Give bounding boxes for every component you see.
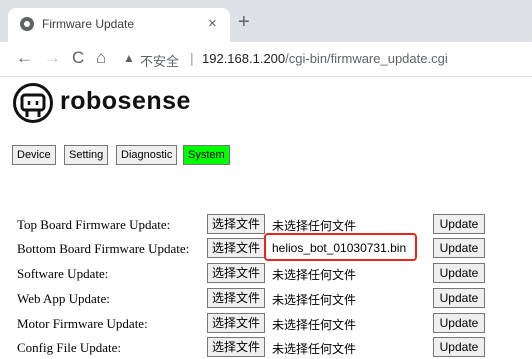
url-host: 192.168.1.200 <box>202 51 286 66</box>
forward-arrow-icon[interactable]: → <box>44 48 61 68</box>
tab-device[interactable]: Device <box>12 145 56 165</box>
choose-file-button[interactable]: 选择文件 <box>207 337 266 357</box>
tab-system[interactable]: System <box>183 145 230 165</box>
choose-file-button[interactable]: 选择文件 <box>207 214 266 234</box>
update-button[interactable]: Update <box>433 238 485 258</box>
row-label: Software Update: <box>17 266 109 281</box>
page-favicon-icon <box>20 17 34 31</box>
software-row: Software Update: 选择文件 未选择任何文件 Update <box>0 263 532 285</box>
web-app-row: Web App Update: 选择文件 未选择任何文件 Update <box>0 288 532 310</box>
file-status: 未选择任何文件 <box>272 342 357 356</box>
home-icon[interactable]: ⌂ <box>96 48 106 68</box>
warning-icon[interactable]: ▲ <box>123 51 135 65</box>
update-button[interactable]: Update <box>433 288 485 308</box>
motor-firmware-row: Motor Firmware Update: 选择文件 未选择任何文件 Upda… <box>0 313 532 335</box>
url-text[interactable]: 192.168.1.200/cgi-bin/firmware_update.cg… <box>202 51 448 66</box>
choose-file-button[interactable]: 选择文件 <box>207 313 266 333</box>
update-button[interactable]: Update <box>433 263 485 283</box>
file-status: 未选择任何文件 <box>272 268 357 282</box>
back-arrow-icon[interactable]: ← <box>16 48 33 68</box>
close-tab-icon[interactable]: × <box>208 14 217 34</box>
row-label: Motor Firmware Update: <box>17 316 148 331</box>
file-status: 未选择任何文件 <box>272 219 357 233</box>
row-label: Bottom Board Firmware Update: <box>17 241 190 256</box>
reload-icon[interactable]: C <box>72 48 84 68</box>
browser-tabstrip: Firmware Update × + <box>0 0 532 42</box>
url-separator: | <box>190 50 194 66</box>
tab-diagnostic[interactable]: Diagnostic <box>116 145 178 165</box>
tab-setting[interactable]: Setting <box>64 145 109 165</box>
update-button[interactable]: Update <box>433 313 485 333</box>
robot-icon <box>13 83 53 123</box>
address-bar[interactable]: ▲ 不安全 | 192.168.1.200/cgi-bin/firmware_u… <box>118 46 532 72</box>
new-tab-icon[interactable]: + <box>238 12 250 32</box>
choose-file-button[interactable]: 选择文件 <box>207 288 266 308</box>
tab-title: Firmware Update <box>42 17 135 31</box>
row-label: Config File Update: <box>17 340 121 355</box>
logo-text: robosense <box>60 87 191 115</box>
update-button[interactable]: Update <box>433 214 485 234</box>
browser-toolbar: ← → C ⌂ ▲ 不安全 | 192.168.1.200/cgi-bin/fi… <box>0 42 532 77</box>
row-label: Web App Update: <box>17 291 110 306</box>
security-status[interactable]: 不安全 <box>140 51 179 70</box>
browser-tab[interactable]: Firmware Update × <box>8 8 230 42</box>
file-status: 未选择任何文件 <box>272 318 357 332</box>
choose-file-button[interactable]: 选择文件 <box>207 238 266 258</box>
annotation-highlight-box <box>264 233 417 261</box>
file-status: 未选择任何文件 <box>272 293 357 307</box>
row-label: Top Board Firmware Update: <box>17 217 171 232</box>
choose-file-button[interactable]: 选择文件 <box>207 263 266 283</box>
url-path: /cgi-bin/firmware_update.cgi <box>285 51 448 66</box>
update-button[interactable]: Update <box>433 337 485 357</box>
